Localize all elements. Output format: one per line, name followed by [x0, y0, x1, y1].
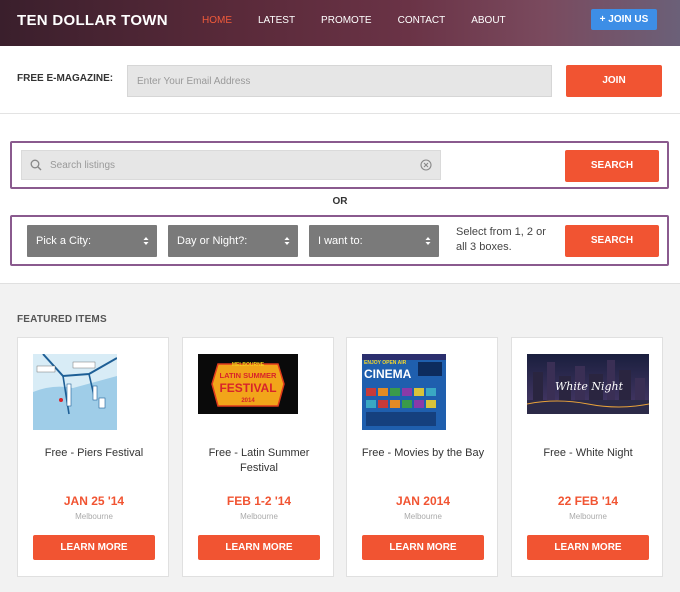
learn-more-button[interactable]: LEARN MORE [362, 535, 484, 560]
card-date: FEB 1-2 '14 [226, 494, 292, 508]
card-title: Free - Piers Festival [44, 447, 144, 459]
card-title: Free - Movies by the Bay [361, 447, 485, 459]
featured-card: ENJOY OPEN AIR CINEMA Free - Movies by t… [346, 337, 498, 577]
card-date: JAN 25 '14 [63, 494, 125, 508]
city-select-value: Pick a City: [36, 235, 92, 247]
featured-card: Free - Piers Festival JAN 25 '14 Melbour… [17, 337, 169, 577]
nav-latest[interactable]: LATEST [258, 15, 295, 26]
emagazine-label: FREE E-MAGAZINE: [17, 73, 114, 84]
cinema-image-top-text: ENJOY OPEN AIR [364, 360, 407, 366]
day-night-select-value: Day or Night?: [177, 235, 248, 247]
nav-contact[interactable]: CONTACT [398, 15, 446, 26]
featured-title: FEATURED ITEMS [17, 314, 107, 325]
learn-more-button[interactable]: LEARN MORE [33, 535, 155, 560]
piers-festival-map-image[interactable] [33, 354, 117, 430]
join-button[interactable]: JOIN [566, 65, 662, 97]
latin-image-line1: LATIN SUMMER [220, 371, 278, 380]
card-location: Melbourne [404, 512, 442, 521]
keyword-search-box: SEARCH [10, 141, 669, 189]
cinema-poster-image[interactable]: ENJOY OPEN AIR CINEMA [362, 354, 446, 430]
email-field[interactable] [127, 65, 552, 97]
filter-search-button[interactable]: SEARCH [565, 225, 659, 257]
nav-promote[interactable]: PROMOTE [321, 15, 372, 26]
filter-hint-text: Select from 1, 2 or all 3 boxes. [456, 226, 546, 253]
white-night-image-text: White Night [555, 380, 624, 393]
activity-select-value: I want to: [318, 235, 363, 247]
featured-card: White Night Free - White Night 22 FEB '1… [511, 337, 663, 577]
featured-card: MELBOURNE LATIN SUMMER FESTIVAL 2014 Fre… [182, 337, 334, 577]
latin-image-line2: FESTIVAL [219, 381, 276, 395]
chevron-updown-icon [284, 237, 290, 245]
search-input[interactable] [50, 151, 420, 179]
chevron-updown-icon [425, 237, 431, 245]
latin-festival-image[interactable]: MELBOURNE LATIN SUMMER FESTIVAL 2014 [198, 354, 298, 414]
latin-image-year: 2014 [241, 398, 255, 404]
learn-more-button[interactable]: LEARN MORE [527, 535, 649, 560]
site-header: TEN DOLLAR TOWN HOME LATEST PROMOTE CONT… [0, 0, 680, 46]
clear-icon[interactable] [420, 159, 432, 171]
chevron-updown-icon [143, 237, 149, 245]
activity-select[interactable]: I want to: [309, 225, 439, 257]
search-field-wrap [21, 150, 441, 180]
city-select[interactable]: Pick a City: [27, 225, 157, 257]
learn-more-button[interactable]: LEARN MORE [198, 535, 320, 560]
site-logo[interactable]: TEN DOLLAR TOWN [17, 12, 168, 29]
featured-section: FEATURED ITEMS Free - Piers Festival JAN… [0, 283, 680, 592]
emagazine-bar: FREE E-MAGAZINE: JOIN [0, 46, 680, 114]
card-location: Melbourne [569, 512, 607, 521]
main-nav: HOME LATEST PROMOTE CONTACT ABOUT [202, 15, 532, 26]
or-divider-label: OR [332, 196, 348, 207]
card-title: Free - Latin Summer Festival [208, 447, 310, 474]
white-night-image[interactable]: White Night [527, 354, 649, 414]
filter-search-box: Pick a City: Day or Night?: I want to: S… [10, 215, 669, 266]
card-title: Free - White Night [543, 447, 633, 459]
nav-home[interactable]: HOME [202, 15, 232, 26]
card-date: JAN 2014 [395, 494, 451, 508]
search-button[interactable]: SEARCH [565, 150, 659, 182]
cinema-image-main-text: CINEMA [364, 367, 412, 381]
card-date: 22 FEB '14 [557, 494, 619, 508]
search-icon [30, 159, 42, 171]
latin-image-top-text: MELBOURNE [232, 362, 265, 368]
day-night-select[interactable]: Day or Night?: [168, 225, 298, 257]
join-us-button[interactable]: + JOIN US [591, 9, 657, 30]
card-location: Melbourne [75, 512, 113, 521]
card-location: Melbourne [240, 512, 278, 521]
nav-about[interactable]: ABOUT [471, 15, 505, 26]
